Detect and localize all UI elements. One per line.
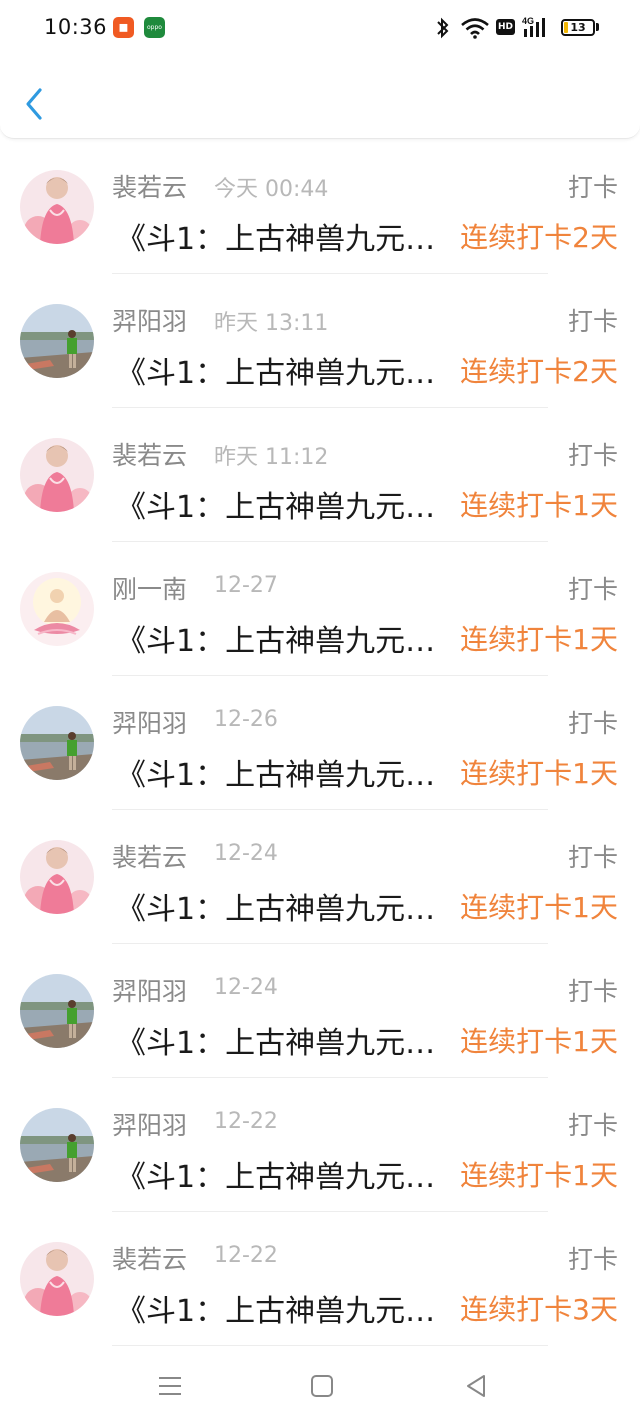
oppo-app-icon: oppo [144, 17, 165, 38]
home-icon[interactable] [306, 1370, 338, 1402]
user-name[interactable]: 裴若云 [112, 436, 187, 472]
checkin-row[interactable]: 裴若云 今天 00:44 打卡《斗1：上古神兽九元… 连续打卡2天 [0, 140, 640, 274]
checkin-time: 今天 00:44 [214, 177, 329, 202]
checkin-row[interactable]: 裴若云 12-24 打卡《斗1：上古神兽九元… 连续打卡1天 [0, 810, 640, 944]
streak-label: 连续打卡2天 [460, 221, 618, 254]
user-name[interactable]: 裴若云 [112, 168, 187, 204]
network-label: 4G [522, 16, 534, 26]
system-nav-bar [0, 1352, 640, 1422]
avatar-lakeside-avatar[interactable] [20, 304, 94, 378]
checkin-time: 昨天 13:11 [214, 311, 329, 336]
streak-label: 连续打卡2天 [460, 355, 618, 388]
streak-label: 连续打卡1天 [460, 623, 618, 656]
book-title[interactable]: 《斗1：上古神兽九元… [116, 884, 450, 928]
checkin-row[interactable]: 刚一南 12-27 打卡《斗1：上古神兽九元… 连续打卡1天 [0, 542, 640, 676]
avatar-buddha-avatar[interactable] [20, 572, 94, 646]
checkin-list: 裴若云 今天 00:44 打卡 《斗1：上古神兽九元… 连续打卡2天 羿阳羽 昨天 13:… [0, 140, 640, 1346]
book-title[interactable]: 《斗1：上古神兽九元… [116, 214, 450, 258]
checkin-action: 打卡 [567, 1245, 618, 1274]
avatar-woman-pink-avatar[interactable] [20, 438, 94, 512]
user-name[interactable]: 刚一南 [112, 570, 187, 606]
book-title[interactable]: 《斗1：上古神兽九元… [116, 348, 450, 392]
back-triangle-icon[interactable] [460, 1370, 492, 1402]
checkin-action: 打卡 [567, 441, 618, 470]
battery-icon: 13 [561, 19, 595, 36]
book-title[interactable]: 《斗1：上古神兽九元… [116, 482, 450, 526]
user-name[interactable]: 羿阳羽 [112, 972, 187, 1008]
avatar-woman-pink-avatar[interactable] [20, 1242, 94, 1316]
streak-label: 连续打卡1天 [460, 757, 618, 790]
checkin-time: 12-24 [214, 975, 278, 1000]
avatar-woman-pink-avatar[interactable] [20, 840, 94, 914]
avatar-lakeside-avatar[interactable] [20, 1108, 94, 1182]
checkin-time: 12-22 [214, 1243, 278, 1268]
checkin-row[interactable]: 羿阳羽 12-22 打卡《斗1：上古神兽九元… 连续打卡1天 [0, 1078, 640, 1212]
status-time: 10:36 [44, 15, 108, 39]
hd-badge: HD [496, 19, 515, 35]
avatar-lakeside-avatar[interactable] [20, 974, 94, 1048]
checkin-time: 12-24 [214, 841, 278, 866]
chevron-left-icon[interactable] [16, 84, 52, 124]
checkin-time: 12-22 [214, 1109, 278, 1134]
user-name[interactable]: 羿阳羽 [112, 302, 187, 338]
wifi-icon [461, 18, 489, 39]
checkin-action: 打卡 [567, 977, 618, 1006]
streak-label: 连续打卡1天 [460, 1025, 618, 1058]
checkin-row[interactable]: 裴若云 12-22 打卡《斗1：上古神兽九元… 连续打卡3天 [0, 1212, 640, 1346]
checkin-time: 昨天 11:12 [214, 445, 329, 470]
checkin-action: 打卡 [567, 843, 618, 872]
checkin-action: 打卡 [567, 307, 618, 336]
checkin-action: 打卡 [567, 709, 618, 738]
checkin-time: 12-26 [214, 707, 278, 732]
signal-icon: 4G [522, 16, 545, 37]
user-name[interactable]: 羿阳羽 [112, 1106, 187, 1142]
checkin-action: 打卡 [567, 575, 618, 604]
user-name[interactable]: 裴若云 [112, 1240, 187, 1276]
checkin-time: 12-27 [214, 573, 278, 598]
checkin-row[interactable]: 羿阳羽 12-24 打卡《斗1：上古神兽九元… 连续打卡1天 [0, 944, 640, 1078]
bluetooth-icon [437, 17, 449, 39]
avatar-lakeside-avatar[interactable] [20, 706, 94, 780]
status-bar: 10:36 ◼ oppo HD 4G 13 [0, 0, 640, 56]
battery-level: 13 [570, 21, 586, 34]
streak-label: 连续打卡1天 [460, 891, 618, 924]
streak-label: 连续打卡1天 [460, 489, 618, 522]
app-notification-icon: ◼ [113, 17, 134, 38]
streak-label: 连续打卡3天 [460, 1293, 618, 1326]
checkin-row[interactable]: 羿阳羽 12-26 打卡《斗1：上古神兽九元… 连续打卡1天 [0, 676, 640, 810]
avatar-woman-pink-avatar[interactable] [20, 170, 94, 244]
book-title[interactable]: 《斗1：上古神兽九元… [116, 1286, 450, 1330]
user-name[interactable]: 羿阳羽 [112, 704, 187, 740]
book-title[interactable]: 《斗1：上古神兽九元… [116, 1152, 450, 1196]
user-name[interactable]: 裴若云 [112, 838, 187, 874]
checkin-action: 打卡 [567, 1111, 618, 1140]
book-title[interactable]: 《斗1：上古神兽九元… [116, 1018, 450, 1062]
header [0, 56, 640, 139]
row-divider [112, 1345, 548, 1346]
checkin-row[interactable]: 裴若云 昨天 11:12 打卡《斗1：上古神兽九元… 连续打卡1天 [0, 408, 640, 542]
streak-label: 连续打卡1天 [460, 1159, 618, 1192]
book-title[interactable]: 《斗1：上古神兽九元… [116, 616, 450, 660]
checkin-action: 打卡 [567, 173, 618, 202]
battery-tip [596, 23, 599, 31]
checkin-row[interactable]: 羿阳羽 昨天 13:11 打卡《斗1：上古神兽九元… 连续打卡2天 [0, 274, 640, 408]
book-title[interactable]: 《斗1：上古神兽九元… [116, 750, 450, 794]
menu-icon[interactable] [154, 1370, 186, 1402]
